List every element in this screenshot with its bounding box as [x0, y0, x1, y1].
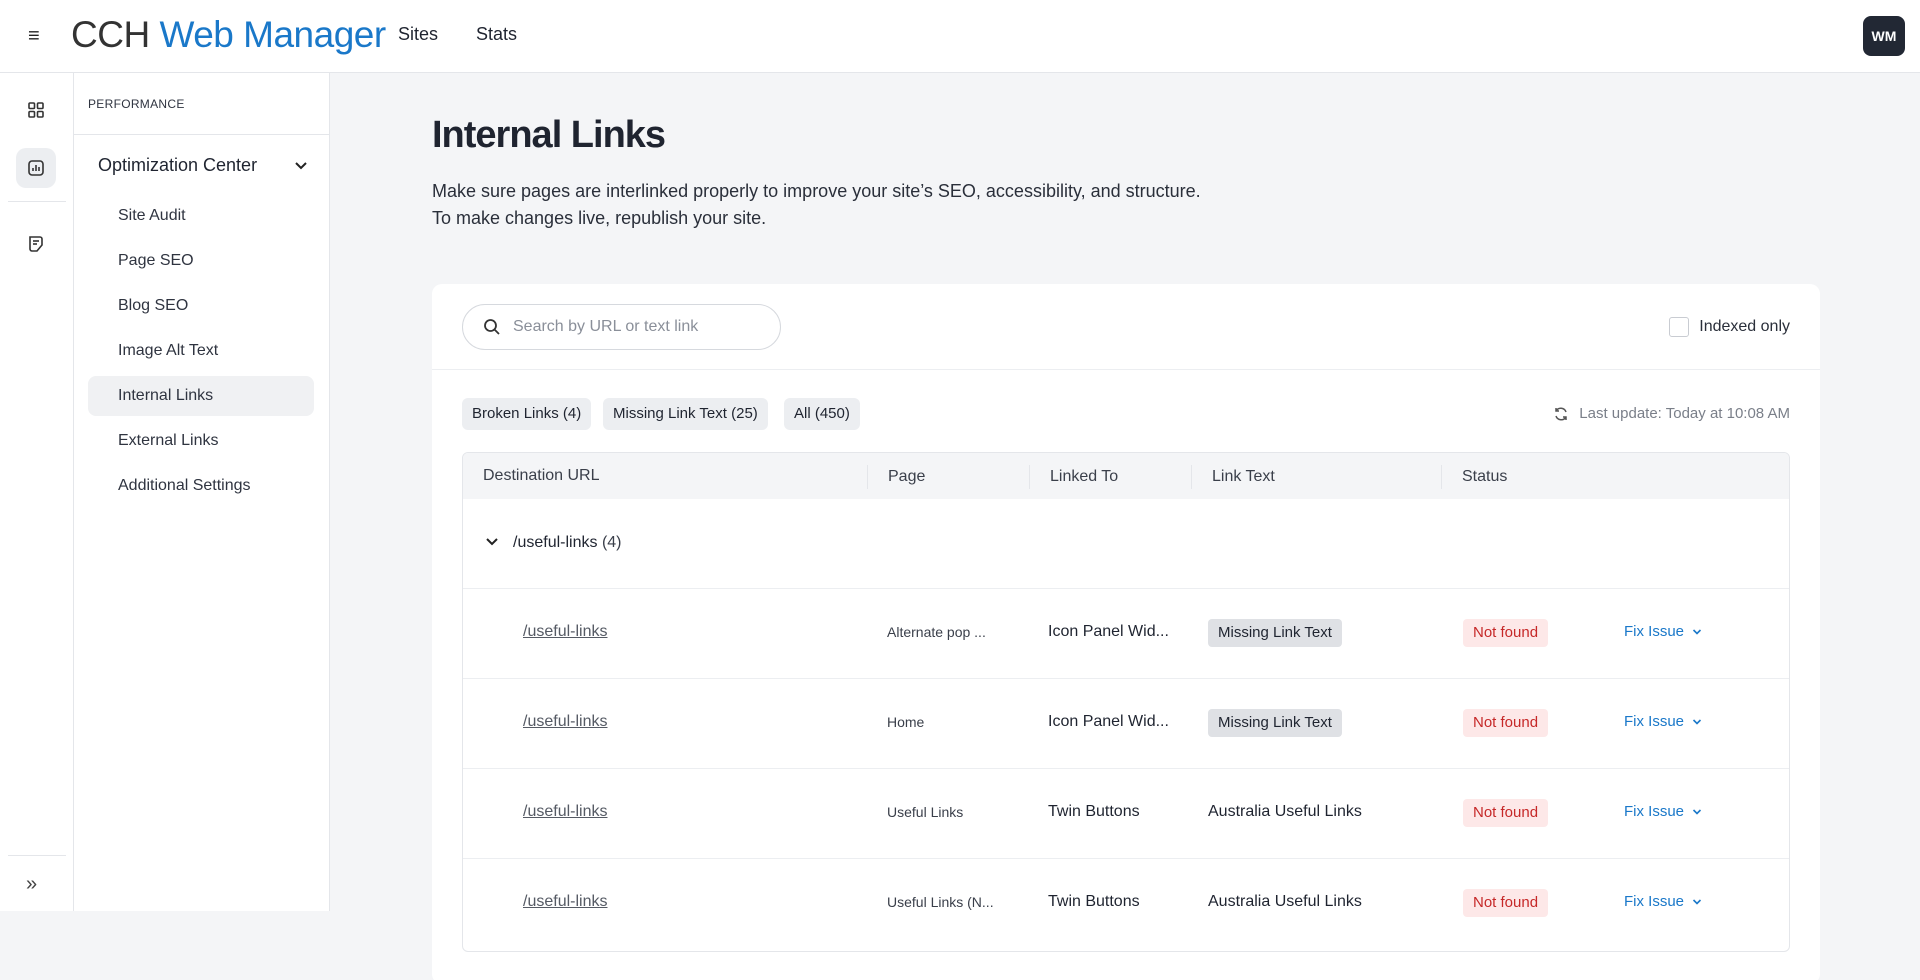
last-update: Last update: Today at 10:08 AM	[1553, 405, 1790, 422]
side-nav: PERFORMANCE Optimization Center Site Aud…	[74, 73, 330, 911]
optimization-center-toggle[interactable]: Optimization Center	[98, 155, 308, 176]
chevron-down-icon	[1692, 808, 1702, 815]
page-cell: Useful Links (N...	[887, 894, 994, 910]
fix-issue-button[interactable]: Fix Issue	[1624, 623, 1702, 640]
search-input[interactable]	[513, 315, 763, 339]
chevron-down-icon	[1692, 898, 1702, 905]
fix-issue-label: Fix Issue	[1624, 893, 1685, 910]
sidebar-item-site-audit[interactable]: Site Audit	[88, 196, 314, 236]
rail-divider	[8, 201, 66, 202]
table-row: /useful-links Useful Links Twin Buttons …	[463, 769, 1789, 859]
sidebar-item-additional-settings[interactable]: Additional Settings	[88, 466, 314, 506]
analytics-icon[interactable]	[16, 148, 56, 188]
chevron-down-icon[interactable]	[485, 535, 499, 549]
col-linked-to[interactable]: Linked To	[1029, 465, 1118, 489]
fix-issue-label: Fix Issue	[1624, 803, 1685, 820]
nav-stats[interactable]: Stats	[476, 24, 517, 45]
col-status[interactable]: Status	[1441, 465, 1507, 489]
top-bar: ≡ CCH Web Manager Sites Stats WM	[0, 0, 1920, 73]
group-title: /useful-links (4)	[513, 534, 622, 552]
rail-divider	[8, 855, 66, 856]
table-row: /useful-links Useful Links (N... Twin Bu…	[463, 859, 1789, 949]
link-text-cell: Australia Useful Links	[1208, 893, 1362, 910]
nav-sites[interactable]: Sites	[398, 24, 438, 45]
destination-url-link[interactable]: /useful-links	[523, 713, 607, 731]
sidebar-item-internal-links[interactable]: Internal Links	[88, 376, 314, 416]
search-box[interactable]	[462, 304, 781, 350]
linked-to-cell: Twin Buttons	[1048, 803, 1140, 820]
search-icon	[484, 319, 500, 335]
linked-to-cell: Icon Panel Wid...	[1048, 623, 1169, 640]
destination-url-link[interactable]: /useful-links	[523, 803, 607, 821]
link-text-cell: Australia Useful Links	[1208, 803, 1362, 820]
page-description: Make sure pages are interlinked properly…	[432, 178, 1332, 232]
missing-link-text-tag: Missing Link Text	[1208, 709, 1342, 737]
table-row: /useful-links Alternate pop ... Icon Pan…	[463, 589, 1789, 679]
filter-broken-links[interactable]: Broken Links (4)	[462, 398, 592, 430]
notes-icon[interactable]	[16, 224, 56, 264]
fix-issue-button[interactable]: Fix Issue	[1624, 893, 1702, 910]
indexed-only-checkbox[interactable]	[1669, 317, 1690, 337]
card-divider	[432, 369, 1820, 370]
refresh-icon[interactable]	[1553, 406, 1569, 422]
group-count: (4)	[601, 534, 622, 551]
brand-name-part2: Web Manager	[159, 14, 386, 55]
linked-to-cell: Icon Panel Wid...	[1048, 713, 1169, 730]
indexed-only-label: Indexed only	[1699, 318, 1790, 335]
chevron-down-icon	[295, 161, 307, 169]
fix-issue-button[interactable]: Fix Issue	[1624, 803, 1702, 820]
col-page[interactable]: Page	[867, 465, 925, 489]
sidebar-item-external-links[interactable]: External Links	[88, 421, 314, 461]
avatar[interactable]: WM	[1863, 16, 1905, 56]
col-destination-url[interactable]: Destination URL	[463, 453, 600, 499]
description-line-1: Make sure pages are interlinked properly…	[432, 181, 1201, 201]
last-update-text: Last update: Today at 10:08 AM	[1579, 405, 1790, 422]
page-cell: Home	[887, 714, 925, 730]
group-row[interactable]: /useful-links (4)	[463, 499, 1789, 589]
page-cell: Useful Links	[887, 804, 964, 820]
page-title: Internal Links	[432, 114, 666, 156]
menu-icon[interactable]: ≡	[28, 25, 48, 47]
filter-missing-link-text[interactable]: Missing Link Text (25)	[603, 398, 768, 430]
destination-url-link[interactable]: /useful-links	[523, 893, 607, 911]
fix-issue-label: Fix Issue	[1624, 623, 1685, 640]
status-badge: Not found	[1463, 619, 1549, 647]
col-link-text[interactable]: Link Text	[1191, 465, 1275, 489]
sidebar-item-blog-seo[interactable]: Blog SEO	[88, 286, 314, 326]
description-line-2: To make changes live, republish your sit…	[432, 208, 767, 228]
dashboard-icon[interactable]	[16, 90, 56, 130]
destination-url-link[interactable]: /useful-links	[523, 623, 607, 641]
filter-all[interactable]: All (450)	[784, 398, 860, 430]
status-badge: Not found	[1463, 709, 1549, 737]
chevron-down-icon	[1692, 628, 1702, 635]
brand-logo[interactable]: CCH Web Manager	[71, 12, 386, 58]
sidenav-divider	[74, 134, 330, 135]
brand-name-part1: CCH	[71, 14, 150, 55]
page-cell: Alternate pop ...	[887, 624, 986, 640]
group-path: /useful-links	[513, 534, 598, 551]
fix-issue-label: Fix Issue	[1624, 713, 1685, 730]
linked-to-cell: Twin Buttons	[1048, 893, 1140, 910]
fix-issue-button[interactable]: Fix Issue	[1624, 713, 1702, 730]
group-label: Optimization Center	[98, 155, 258, 175]
table-row: /useful-links Home Icon Panel Wid... Mis…	[463, 679, 1789, 769]
missing-link-text-tag: Missing Link Text	[1208, 619, 1342, 647]
sidebar-item-image-alt-text[interactable]: Image Alt Text	[88, 331, 314, 371]
links-table: Destination URL Page Linked To Link Text…	[462, 452, 1790, 952]
indexed-only-toggle[interactable]: Indexed only	[1669, 317, 1790, 337]
chevron-down-icon	[1692, 718, 1702, 725]
internal-links-card: Indexed only Broken Links (4) Missing Li…	[432, 284, 1820, 980]
table-header: Destination URL Page Linked To Link Text…	[463, 453, 1789, 499]
sidebar-item-page-seo[interactable]: Page SEO	[88, 241, 314, 281]
status-badge: Not found	[1463, 799, 1549, 827]
status-badge: Not found	[1463, 889, 1549, 917]
icon-rail: »	[0, 73, 74, 911]
expand-icon[interactable]: »	[26, 873, 37, 896]
section-label: PERFORMANCE	[88, 97, 185, 111]
